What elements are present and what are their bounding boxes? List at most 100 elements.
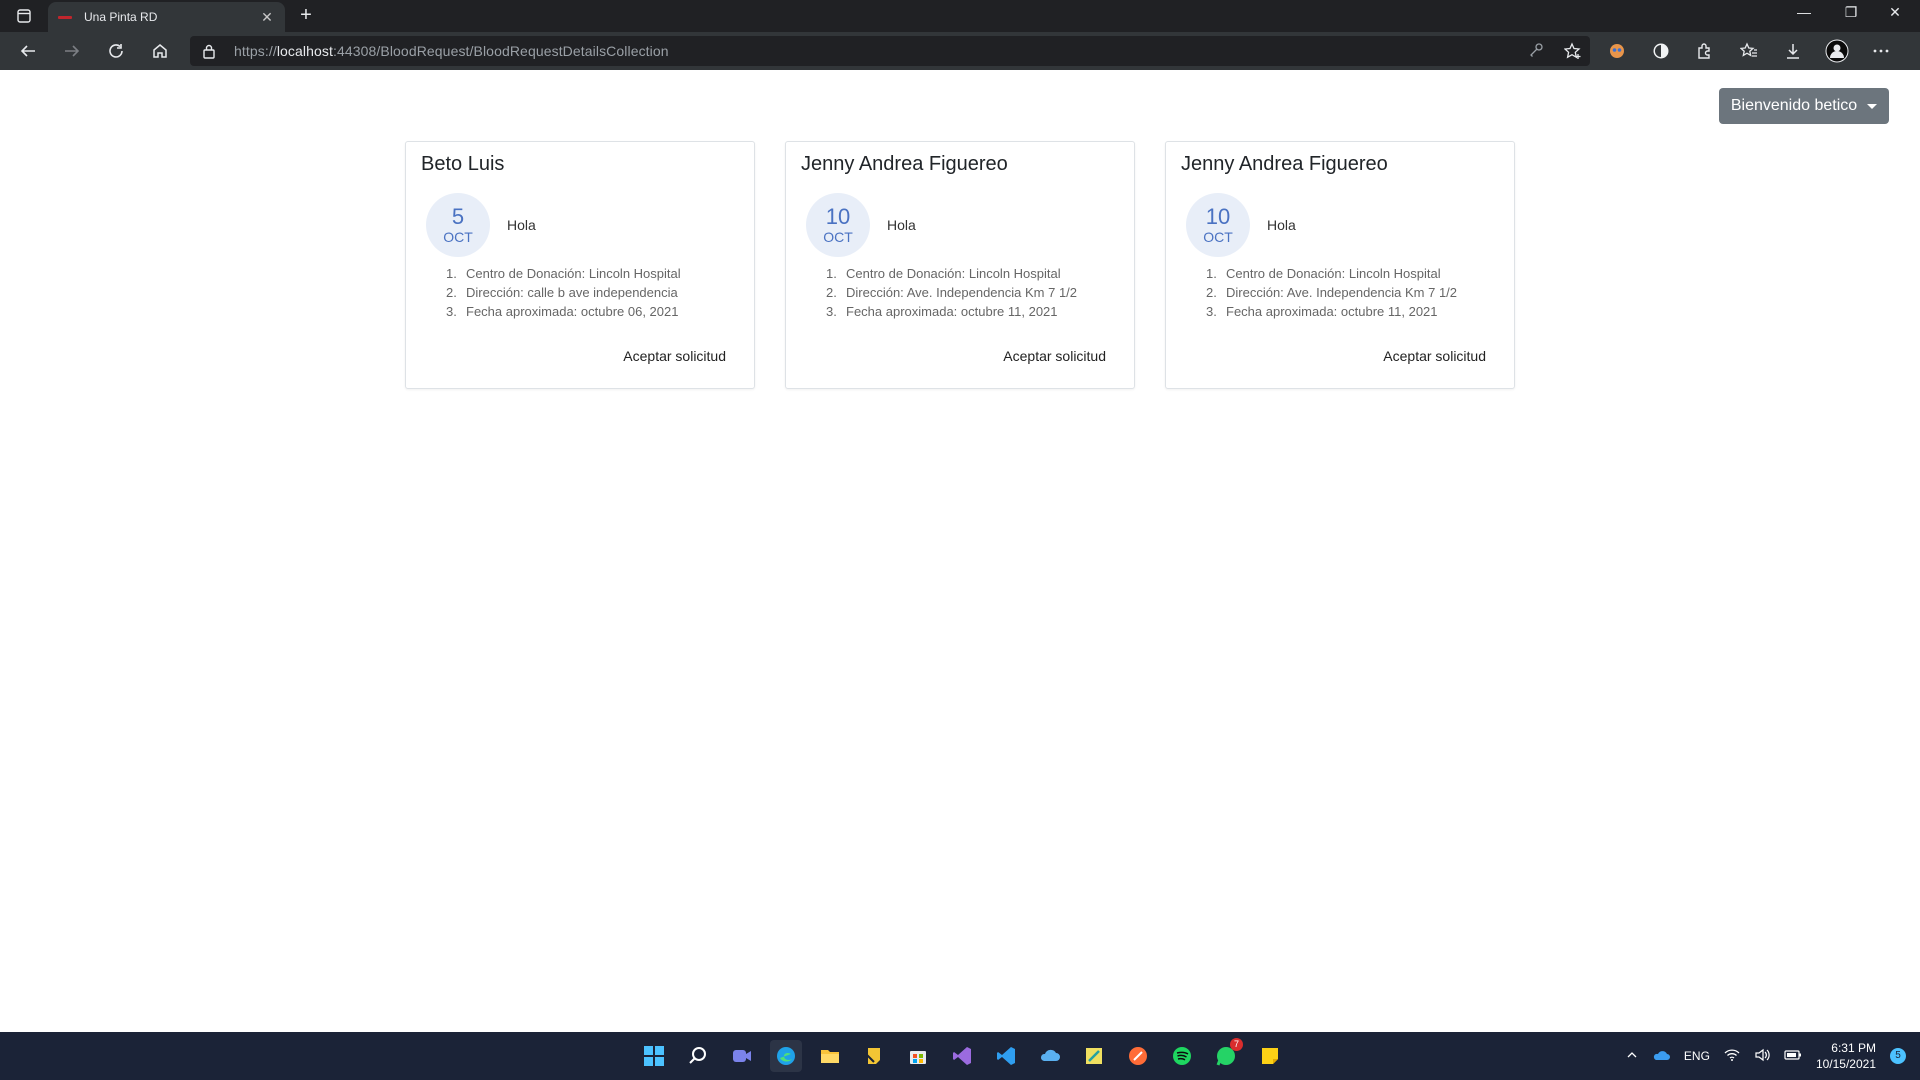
list-number: 3. xyxy=(826,304,837,319)
onedrive-icon[interactable] xyxy=(1652,1049,1670,1064)
blood-request-card: Jenny Andrea Figuereo 10 OCT Hola 1. Cent… xyxy=(785,141,1135,389)
date-badge: 10 OCT xyxy=(1186,193,1250,257)
request-details-list: 1. Centro de Donación: Lincoln Hospital 2… xyxy=(446,266,681,323)
request-details-list: 1. Centro de Donación: Lincoln Hospital 2… xyxy=(826,266,1077,323)
donation-center: Centro de Donación: Lincoln Hospital xyxy=(846,266,1061,281)
date-day: 10 xyxy=(825,204,851,229)
back-icon[interactable] xyxy=(14,38,42,64)
tab-actions-icon[interactable] xyxy=(12,6,36,26)
downloads-icon[interactable] xyxy=(1780,38,1806,64)
extension-face-icon[interactable] xyxy=(1604,38,1630,64)
blood-request-card: Beto Luis 5 OCT Hola 1. Centro de Donació… xyxy=(405,141,755,389)
accept-request-button[interactable]: Aceptar solicitud xyxy=(1383,348,1486,364)
start-icon[interactable] xyxy=(638,1040,670,1072)
list-item: 3. Fecha aproximada: octubre 11, 2021 xyxy=(1206,304,1457,323)
date-month: OCT xyxy=(823,229,853,245)
address: Dirección: calle b ave independencia xyxy=(466,285,678,300)
minimize-icon[interactable]: — xyxy=(1789,4,1819,20)
user-menu-button[interactable]: Bienvenido betico xyxy=(1719,88,1889,124)
show-hidden-icons-icon[interactable] xyxy=(1626,1049,1638,1064)
wifi-icon[interactable] xyxy=(1724,1048,1740,1065)
add-favorite-icon[interactable] xyxy=(1563,42,1582,65)
extension-circle-icon[interactable] xyxy=(1648,38,1674,64)
volume-icon[interactable] xyxy=(1754,1048,1770,1065)
list-number: 1. xyxy=(1206,266,1217,281)
search-icon[interactable] xyxy=(682,1040,714,1072)
date-day: 5 xyxy=(451,204,465,229)
page-content: Bienvenido betico Beto Luis 5 OCT Hola 1… xyxy=(0,70,1920,1032)
approximate-date: Fecha aproximada: octubre 06, 2021 xyxy=(466,304,679,319)
list-item: 3. Fecha aproximada: octubre 06, 2021 xyxy=(446,304,681,323)
new-tab-icon[interactable]: + xyxy=(294,4,318,27)
browser-titlebar: Una Pinta RD ✕ + — ❐ ✕ xyxy=(0,0,1920,32)
clock-date: 10/15/2021 xyxy=(1815,1057,1876,1071)
list-item: 2. Dirección: Ave. Independencia Km 7 1/2 xyxy=(1206,285,1457,304)
battery-icon[interactable] xyxy=(1784,1049,1802,1064)
requester-name: Jenny Andrea Figuereo xyxy=(801,153,1008,175)
visual-studio-icon[interactable] xyxy=(946,1040,978,1072)
url-scheme: https:// xyxy=(234,43,277,59)
date-day: 10 xyxy=(1205,204,1231,229)
list-item: 1. Centro de Donación: Lincoln Hospital xyxy=(826,266,1077,285)
close-tab-icon[interactable]: ✕ xyxy=(259,9,275,26)
list-number: 3. xyxy=(1206,304,1217,319)
notes-icon[interactable] xyxy=(1254,1040,1286,1072)
caret-down-icon xyxy=(1867,103,1878,109)
more-options-icon[interactable] xyxy=(1868,38,1894,64)
user-menu-label: Bienvenido betico xyxy=(1730,97,1858,114)
donation-center: Centro de Donación: Lincoln Hospital xyxy=(466,266,681,281)
system-clock[interactable]: 6:31 PM 10/15/2021 xyxy=(1816,1040,1876,1072)
cloud-app-icon[interactable] xyxy=(1034,1040,1066,1072)
close-window-icon[interactable]: ✕ xyxy=(1880,4,1910,21)
home-icon[interactable] xyxy=(146,38,174,64)
browser-tab[interactable]: Una Pinta RD ✕ xyxy=(48,2,285,32)
language-indicator[interactable]: ENG xyxy=(1684,1049,1710,1063)
list-item: 1. Centro de Donación: Lincoln Hospital xyxy=(1206,266,1457,285)
site-favicon-icon xyxy=(58,15,72,19)
file-explorer-icon[interactable] xyxy=(814,1040,846,1072)
address-bar[interactable]: https://localhost:44308/BloodRequest/Blo… xyxy=(190,36,1590,66)
date-month: OCT xyxy=(443,229,473,245)
list-number: 2. xyxy=(1206,285,1217,300)
notification-badge[interactable]: 5 xyxy=(1890,1048,1906,1064)
teams-chat-icon[interactable] xyxy=(726,1040,758,1072)
whatsapp-icon[interactable]: 7 xyxy=(1210,1038,1243,1072)
url-text[interactable]: https://localhost:44308/BloodRequest/Blo… xyxy=(234,43,669,59)
lock-icon[interactable] xyxy=(202,43,218,59)
approximate-date: Fecha aproximada: octubre 11, 2021 xyxy=(1226,304,1438,319)
date-badge: 5 OCT xyxy=(426,193,490,257)
address: Dirección: Ave. Independencia Km 7 1/2 xyxy=(846,285,1078,300)
request-message: Hola xyxy=(1267,217,1296,233)
date-month: OCT xyxy=(1203,229,1233,245)
accept-request-button[interactable]: Aceptar solicitud xyxy=(623,348,726,364)
request-message: Hola xyxy=(507,217,536,233)
requester-name: Beto Luis xyxy=(421,153,505,175)
edge-browser-icon[interactable] xyxy=(770,1040,802,1072)
forward-icon[interactable] xyxy=(58,38,86,64)
url-path: :44308/BloodRequest/BloodRequestDetailsC… xyxy=(332,43,669,59)
list-number: 1. xyxy=(446,266,457,281)
clock-time: 6:31 PM xyxy=(1831,1041,1876,1055)
postman-icon[interactable] xyxy=(1122,1040,1154,1072)
requester-name: Jenny Andrea Figuereo xyxy=(1181,153,1388,175)
request-message: Hola xyxy=(887,217,916,233)
list-number: 3. xyxy=(446,304,457,319)
refresh-icon[interactable] xyxy=(102,38,130,64)
sticky-app-icon[interactable] xyxy=(858,1040,890,1072)
key-icon[interactable] xyxy=(1528,42,1544,65)
accept-request-button[interactable]: Aceptar solicitud xyxy=(1003,348,1106,364)
spotify-icon[interactable] xyxy=(1166,1040,1198,1072)
list-number: 2. xyxy=(446,285,457,300)
blood-request-card: Jenny Andrea Figuereo 10 OCT Hola 1. Cent… xyxy=(1165,141,1515,389)
git-app-icon[interactable] xyxy=(1078,1040,1110,1072)
favorites-icon[interactable] xyxy=(1736,38,1762,64)
address: Dirección: Ave. Independencia Km 7 1/2 xyxy=(1226,285,1458,300)
list-number: 1. xyxy=(826,266,837,281)
vscode-icon[interactable] xyxy=(990,1040,1022,1072)
list-number: 2. xyxy=(826,285,837,300)
profile-avatar[interactable] xyxy=(1824,38,1850,64)
extensions-puzzle-icon[interactable] xyxy=(1692,38,1718,64)
restore-icon[interactable]: ❐ xyxy=(1836,4,1866,21)
list-item: 2. Dirección: Ave. Independencia Km 7 1/2 xyxy=(826,285,1077,304)
store-icon[interactable] xyxy=(902,1040,934,1072)
